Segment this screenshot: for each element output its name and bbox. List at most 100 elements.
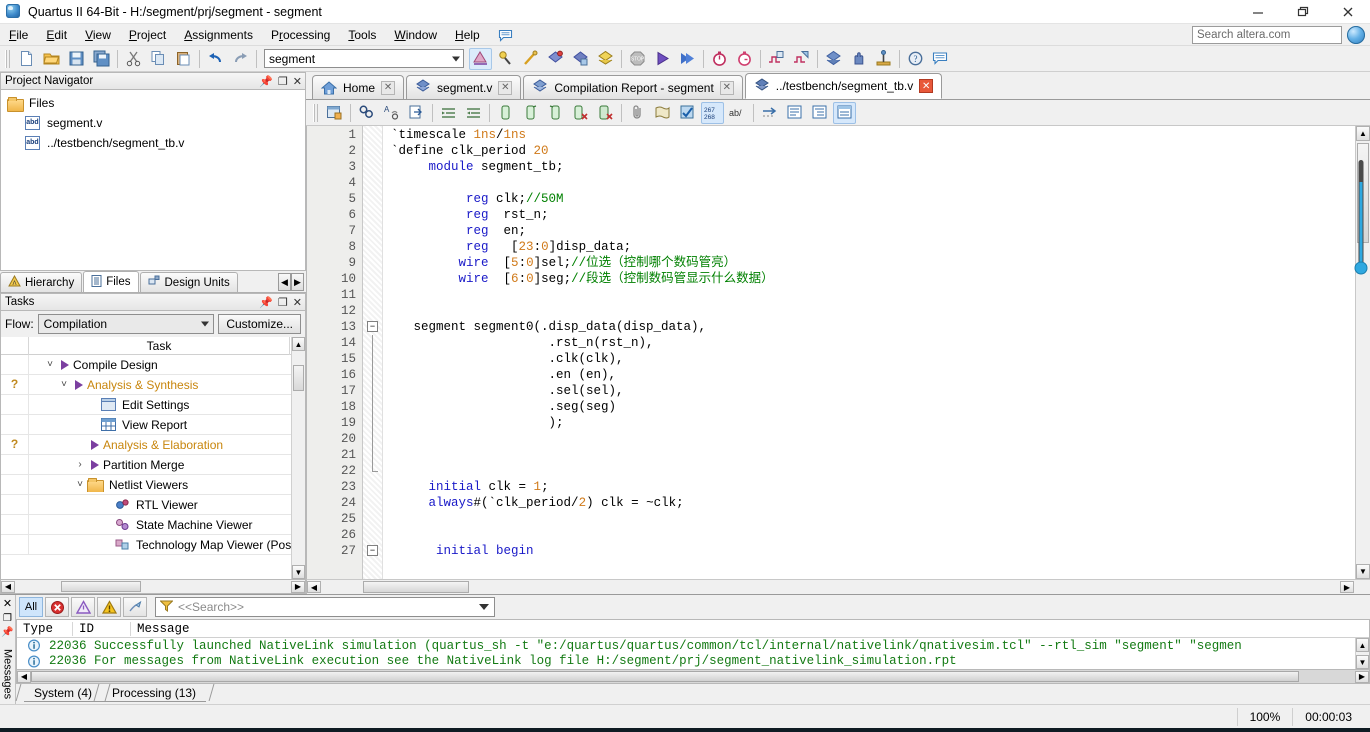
code-line[interactable]: wire [5:0]sel;//位选（控制哪个数码管亮） (383, 255, 1355, 271)
messages-tab-processing[interactable]: Processing (13) (102, 684, 207, 702)
copy-icon[interactable] (147, 48, 170, 70)
scroll-down-button[interactable]: ▼ (1356, 564, 1370, 579)
delete-comment-icon[interactable] (594, 102, 617, 124)
code-line[interactable]: .seg(seg) (383, 399, 1355, 415)
code-line[interactable] (383, 431, 1355, 447)
code-line[interactable]: reg clk;//50M (383, 191, 1355, 207)
chevron-down-icon[interactable]: ˅ (57, 379, 71, 390)
template-3-icon[interactable] (833, 101, 856, 124)
code-line[interactable]: initial begin (383, 543, 1355, 559)
comment-icon[interactable] (494, 102, 517, 124)
simulation-in-icon[interactable] (765, 48, 788, 70)
tab-close-button[interactable]: ✕ (498, 80, 513, 95)
fold-toggle-icon[interactable]: − (367, 545, 378, 556)
scrollbar-thumb[interactable] (61, 581, 141, 592)
task-row[interactable]: ˅ Netlist Viewers (1, 474, 305, 495)
scroll-right-button[interactable]: ▶ (1340, 581, 1354, 593)
menu-view[interactable]: View (76, 26, 120, 44)
code-line[interactable] (383, 527, 1355, 543)
scroll-up-button[interactable]: ▲ (292, 337, 305, 351)
task-row[interactable]: Edit Settings (1, 394, 305, 415)
task-row[interactable]: ? Analysis & Elaboration (1, 434, 305, 455)
editor-tab-home[interactable]: Home ✕ (312, 75, 405, 99)
messages-icon[interactable] (929, 48, 952, 70)
tasks-horizontal-scrollbar[interactable]: ◀ ▶ (0, 580, 306, 594)
task-row[interactable]: State Machine Viewer (1, 514, 305, 535)
chevron-down-icon[interactable] (479, 604, 489, 610)
code-line[interactable]: segment segment0(.disp_data(disp_data), (383, 319, 1355, 335)
tasks-vertical-scrollbar[interactable]: ▲ ▼ (291, 337, 305, 579)
code-line[interactable] (383, 175, 1355, 191)
template-1-icon[interactable] (783, 102, 806, 124)
task-row[interactable]: View Report (1, 414, 305, 435)
close-icon[interactable]: ✕ (293, 297, 302, 309)
filter-info-button[interactable] (123, 597, 147, 617)
scroll-up-button[interactable]: ▲ (1356, 638, 1369, 652)
line-numbers-icon[interactable]: 267 268 (701, 101, 724, 124)
scroll-down-button[interactable]: ▼ (1356, 655, 1369, 669)
scroll-left-button[interactable]: ◀ (307, 581, 321, 593)
close-icon[interactable]: ✕ (293, 76, 302, 88)
code-line[interactable]: .sel(sel), (383, 383, 1355, 399)
code-line[interactable]: wire [6:0]seg;//段选（控制数码管显示什么数据） (383, 271, 1355, 287)
message-row[interactable]: 22036 For messages from NativeLink execu… (17, 654, 1369, 670)
tab-design-units[interactable]: Design Units (139, 272, 238, 292)
cut-icon[interactable] (122, 48, 145, 70)
tab-close-button[interactable]: ✕ (719, 80, 734, 95)
uncomment-icon[interactable] (519, 102, 542, 124)
find-replace-icon[interactable]: A (380, 102, 403, 124)
project-navigator-tree[interactable]: Files abd segment.v abd ../testbench/seg… (0, 90, 306, 271)
restore-icon[interactable]: ❐ (278, 297, 288, 309)
new-file-icon[interactable] (15, 48, 38, 70)
code-line[interactable] (383, 287, 1355, 303)
template-2-icon[interactable] (808, 102, 831, 124)
code-line[interactable]: reg [23:0]disp_data; (383, 239, 1355, 255)
find-icon[interactable] (355, 102, 378, 124)
start-icon[interactable] (651, 48, 674, 70)
scrollbar-thumb[interactable] (293, 365, 304, 391)
insert-template-icon[interactable] (323, 102, 346, 124)
hand-icon[interactable] (847, 48, 870, 70)
restore-icon[interactable]: ❐ (3, 613, 12, 624)
task-row[interactable]: Technology Map Viewer (Post- (1, 534, 305, 555)
remove-comment-icon[interactable] (569, 102, 592, 124)
menu-project[interactable]: Project (120, 26, 175, 44)
save-file-icon[interactable] (65, 48, 88, 70)
menu-processing[interactable]: Processing (262, 26, 339, 44)
task-row[interactable]: RTL Viewer (1, 494, 305, 515)
code-line[interactable]: reg en; (383, 223, 1355, 239)
timing-analyzer-2-icon[interactable] (733, 48, 756, 70)
check-syntax-icon[interactable] (676, 102, 699, 124)
code-line[interactable] (383, 447, 1355, 463)
undo-icon[interactable] (204, 48, 227, 70)
restore-icon[interactable]: ❐ (278, 76, 288, 88)
flow-select[interactable]: Compilation (37, 314, 215, 334)
code-line[interactable]: always#(`clk_period/2) clk = ~clk; (383, 495, 1355, 511)
compilation-tool-icon[interactable] (469, 47, 492, 70)
tree-item-segment-v[interactable]: abd segment.v (1, 113, 305, 133)
code-line[interactable] (383, 303, 1355, 319)
message-row[interactable]: 22036 Successfully launched NativeLink s… (17, 638, 1369, 654)
menu-edit[interactable]: Edit (37, 26, 76, 44)
goto-line-icon[interactable] (405, 102, 428, 124)
attach-icon[interactable] (626, 102, 649, 124)
code-line[interactable]: `timescale 1ns/1ns (383, 127, 1355, 143)
increase-indent-icon[interactable] (437, 102, 460, 124)
tab-close-button[interactable]: ✕ (919, 79, 934, 93)
code-line[interactable]: initial clk = 1; (383, 479, 1355, 495)
code-folding-column[interactable]: − − (363, 126, 383, 579)
stop-icon[interactable]: STOP (626, 48, 649, 70)
maximize-button[interactable] (1280, 0, 1325, 24)
help-icon[interactable]: ? (904, 48, 927, 70)
filter-error-button[interactable] (45, 597, 69, 617)
redo-icon[interactable] (229, 48, 252, 70)
code-line[interactable]: module segment_tb; (383, 159, 1355, 175)
messages-vertical-scrollbar[interactable]: ▲ ▼ (1355, 638, 1369, 669)
globe-icon[interactable] (1347, 26, 1365, 44)
close-icon[interactable]: ✕ (3, 597, 12, 610)
scroll-right-button[interactable]: ▶ (1355, 670, 1369, 683)
tree-item-segment-tb-v[interactable]: abd ../testbench/segment_tb.v (1, 133, 305, 153)
editor-tab-compilation-report[interactable]: Compilation Report - segment ✕ (523, 75, 743, 99)
pin-planner-icon[interactable] (872, 48, 895, 70)
editor-tab-segment-v[interactable]: segment.v ✕ (406, 75, 522, 99)
